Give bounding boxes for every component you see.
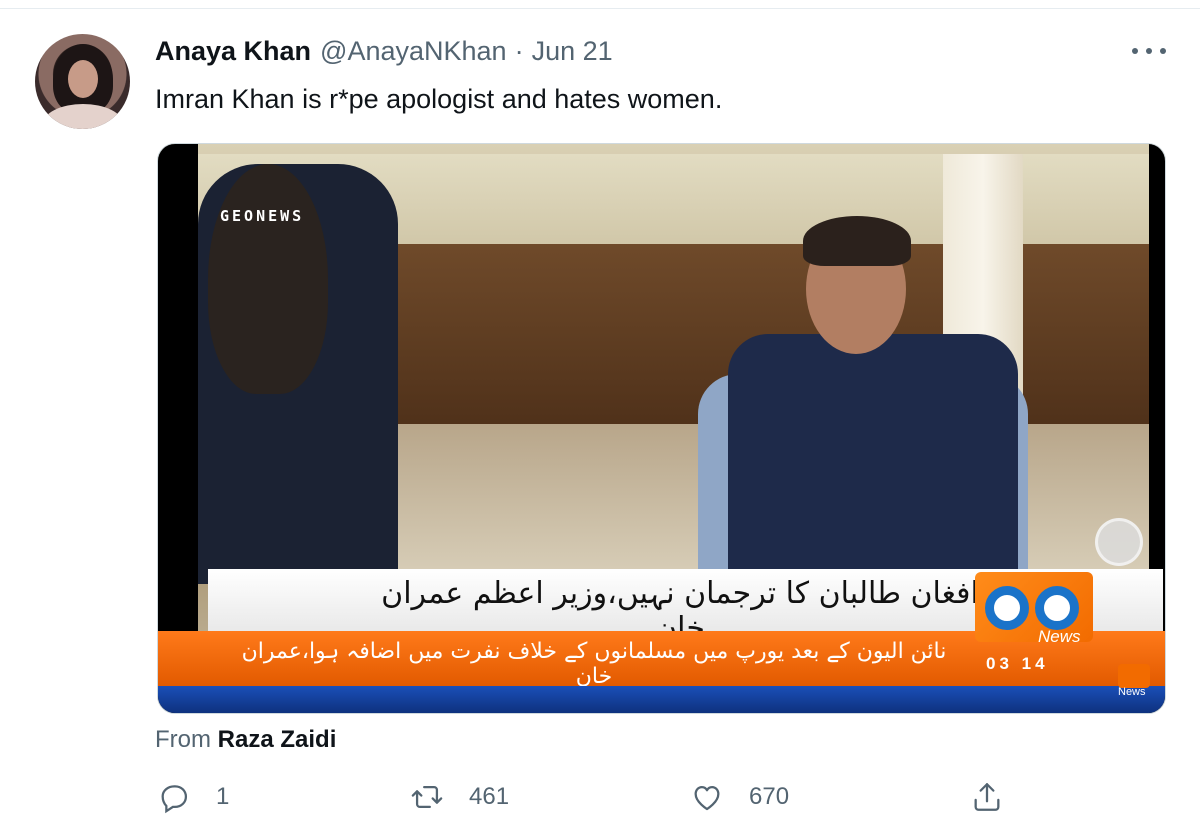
more-horizontal-icon[interactable] [1132, 48, 1166, 56]
reply-icon [161, 785, 188, 814]
author-name[interactable]: Anaya Khan [155, 36, 311, 67]
like-button[interactable]: 670 [690, 778, 789, 816]
channel-watermark: GEONEWS [220, 207, 305, 225]
tweet-date[interactable]: Jun 21 [532, 36, 613, 67]
avatar[interactable] [35, 34, 130, 129]
bottom-banner [158, 686, 1165, 713]
video-scrub-handle[interactable] [1095, 518, 1143, 566]
corner-logo-icon [1118, 664, 1150, 688]
tweet-header: Anaya Khan @AnayaNKhan · Jun 21 [155, 36, 613, 70]
retweet-icon [411, 785, 443, 809]
attribution-source[interactable]: Raza Zaidi [218, 726, 337, 753]
heart-icon [694, 785, 720, 811]
share-button[interactable] [970, 778, 1004, 816]
subline-urdu: نائن الیون کے بعد یورپ میں مسلمانوں کے خ… [241, 639, 947, 689]
attribution-prefix: From [155, 726, 211, 753]
share-icon [974, 783, 1000, 811]
tweet-text: Imran Khan is r*pe apologist and hates w… [155, 84, 723, 114]
separator: · [514, 36, 524, 66]
corner-label: News [1118, 686, 1146, 698]
reply-button[interactable]: 1 [157, 778, 229, 816]
ticker-time: 03 14 [986, 654, 1049, 673]
reply-count: 1 [216, 783, 230, 810]
author-handle[interactable]: @AnayaNKhan [320, 36, 507, 67]
channel-label: News [1038, 627, 1081, 646]
like-count: 670 [749, 783, 790, 810]
tweet-media[interactable]: GEONEWS افغان طالبان کا ترجمان نہیں،وزیر… [157, 143, 1166, 714]
media-attribution: From Raza Zaidi [155, 726, 336, 754]
top-divider [0, 8, 1200, 9]
retweet-count: 461 [469, 783, 510, 810]
retweet-button[interactable]: 461 [410, 778, 509, 816]
